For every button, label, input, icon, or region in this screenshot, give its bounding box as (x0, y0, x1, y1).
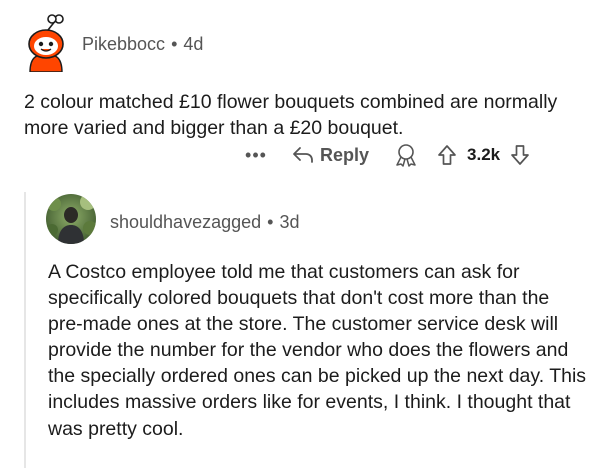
reply-body: A Costco employee told me that customers… (48, 261, 587, 440)
reddit-snoo-avatar-icon (28, 14, 64, 73)
thread-line[interactable] (24, 192, 26, 468)
meta-separator: • (171, 34, 178, 54)
reply-button[interactable]: Reply (292, 145, 369, 166)
reply-arrow-icon (293, 147, 313, 163)
comment-meta: Pikebbocc • 4d (82, 34, 203, 55)
reply-author[interactable]: shouldhavezagged (110, 212, 261, 232)
vote-controls: 3.2k (437, 144, 530, 166)
comment-author[interactable]: Pikebbocc (82, 34, 165, 54)
comment-body: 2 colour matched £10 flower bouquets com… (24, 91, 558, 139)
reply-label: Reply (320, 144, 370, 165)
reply-age: 3d (279, 212, 300, 232)
comment-age: 4d (183, 34, 204, 54)
comment-action-bar: ••• Reply 3.2k (242, 140, 530, 170)
award-icon (396, 144, 416, 167)
downvote-icon[interactable] (510, 144, 530, 166)
reply-avatar[interactable] (46, 194, 96, 244)
upvote-icon[interactable] (437, 144, 457, 166)
user-avatar[interactable] (22, 14, 70, 73)
reply-meta: shouldhavezagged • 3d (110, 212, 299, 233)
user-photo-avatar-icon (46, 194, 96, 244)
meta-separator: • (267, 212, 274, 232)
vote-score: 3.2k (467, 145, 501, 164)
more-options-button[interactable]: ••• (242, 145, 270, 166)
award-button[interactable] (393, 143, 419, 167)
